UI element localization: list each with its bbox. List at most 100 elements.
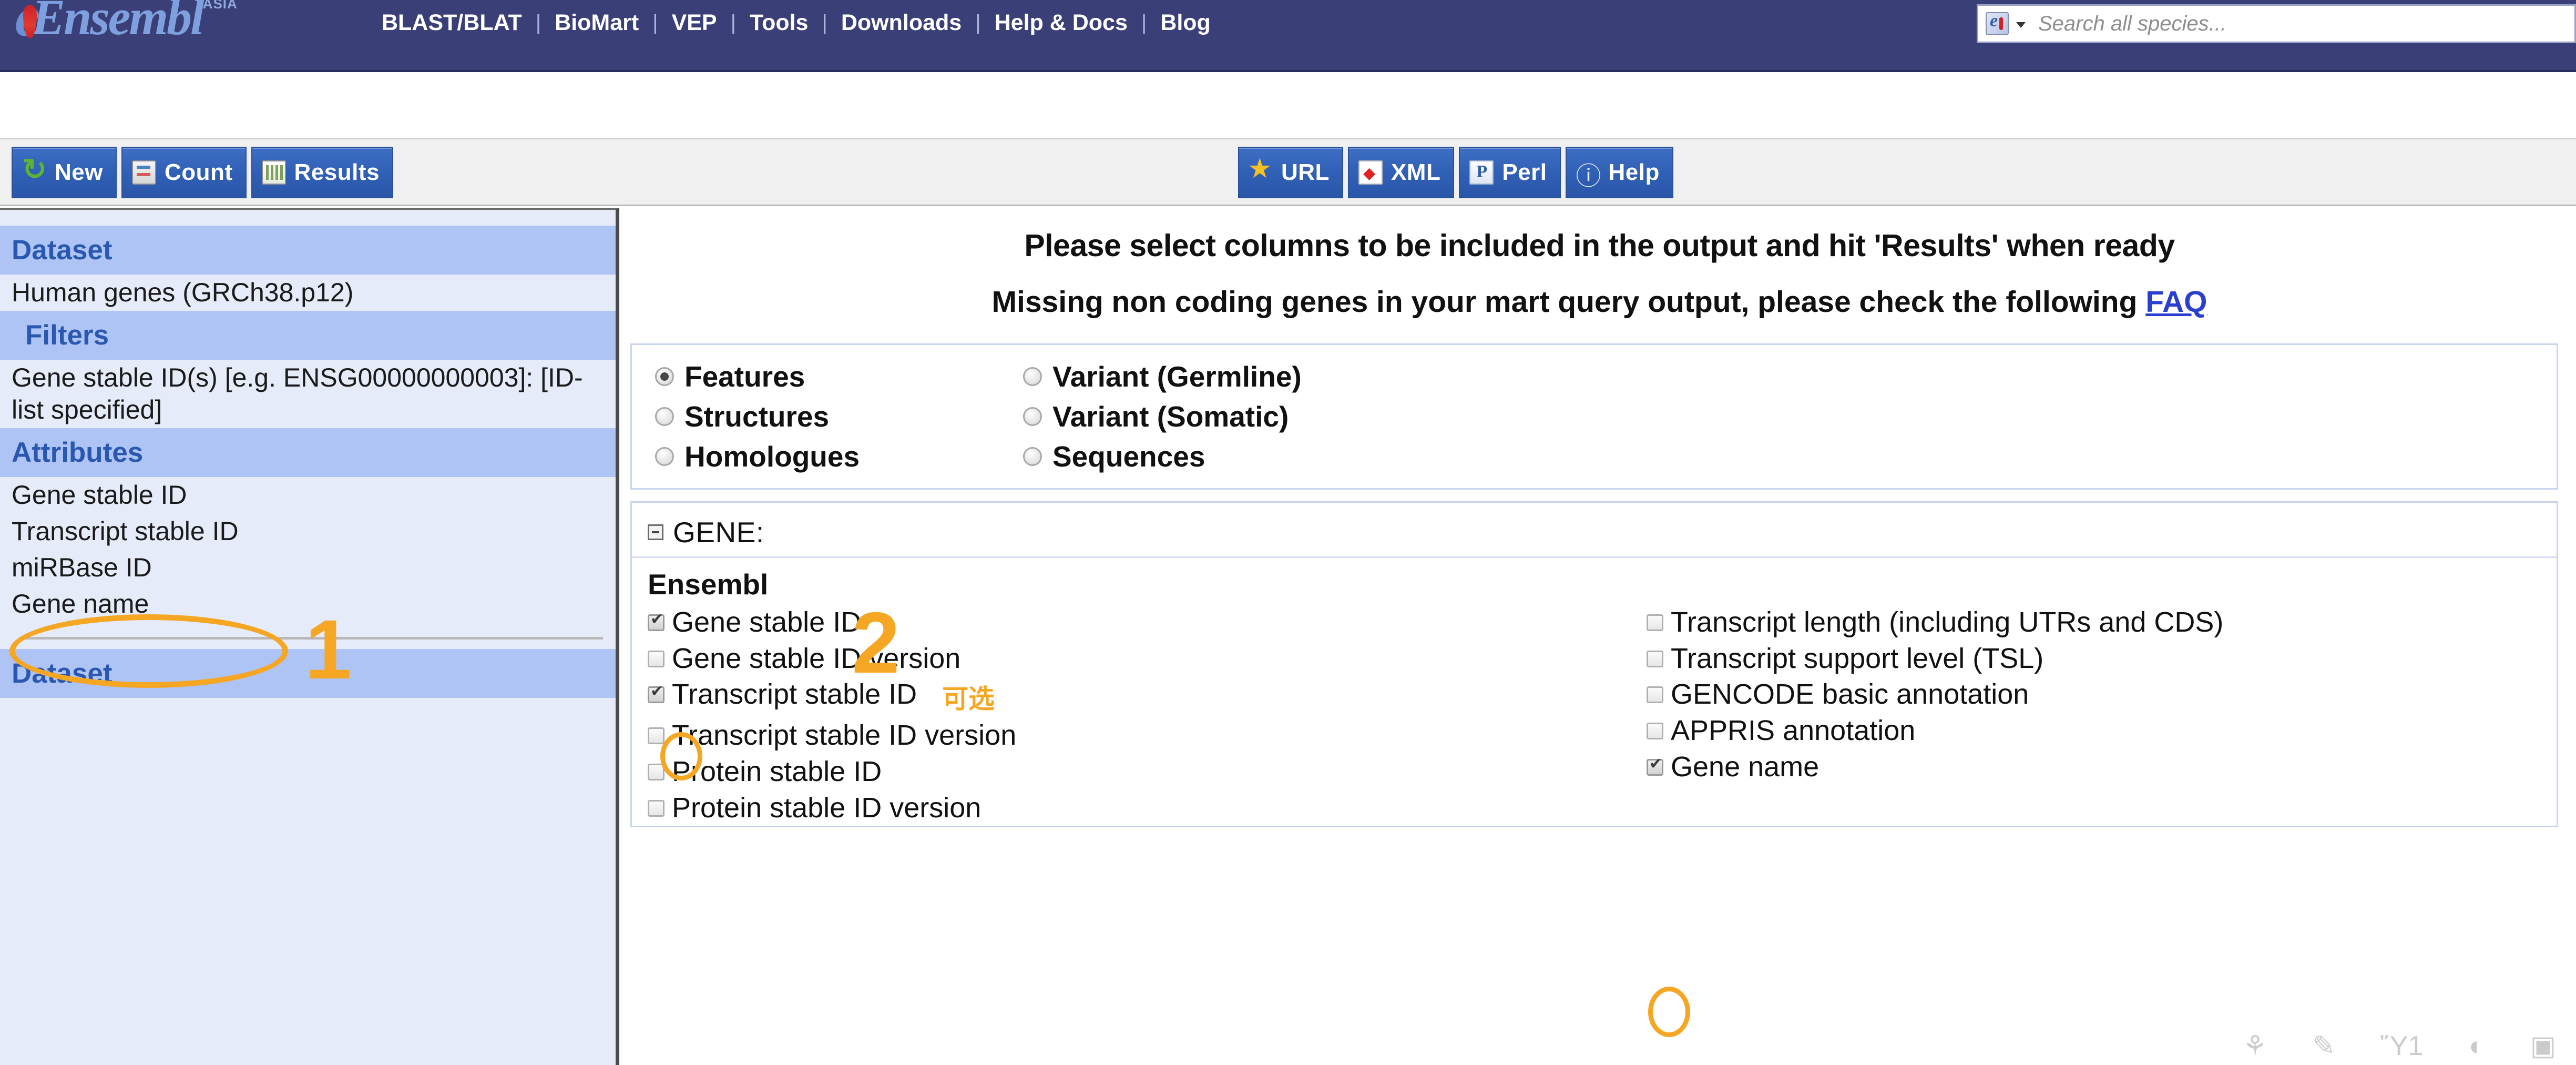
checkbox-gencode-basic-annotation[interactable]	[1647, 686, 1663, 703]
url-button[interactable]: URL	[1238, 147, 1343, 198]
nav-separator: |	[1141, 11, 1147, 35]
toolbar-right-group: URL XML Perl Help	[1238, 147, 1673, 198]
checkbox-row-gene-stable-id-version[interactable]: Gene stable ID version	[648, 641, 1647, 677]
species-search-box[interactable]: Search all species...	[1977, 4, 2576, 43]
nav-item-help-and-docs[interactable]: Help & Docs	[981, 10, 1141, 36]
radio-dot-homologues-icon[interactable]	[655, 447, 674, 466]
toolbar-left-group: New Count Results	[12, 147, 393, 198]
trash-icon[interactable]: Ὕ1	[2380, 1030, 2423, 1062]
biomart-toolbar: New Count Results URL XML Perl Help	[0, 138, 2576, 206]
faq-link[interactable]: FAQ	[2145, 285, 2207, 319]
collapse-box-icon[interactable]	[648, 524, 663, 540]
checkbox-label-transcript-stable-id: Transcript stable ID	[672, 678, 917, 711]
perl-button[interactable]: Perl	[1459, 147, 1560, 198]
checkbox-row-gene-name[interactable]: Gene name	[1647, 749, 2551, 785]
pen-icon[interactable]: ✎	[2312, 1030, 2335, 1062]
checkbox-row-protein-stable-id-version[interactable]: Protein stable ID version	[648, 790, 1647, 826]
radio-variant-germline[interactable]: Variant (Germline)	[1023, 357, 1601, 397]
bottom-icon-strip: ⚘ ✎ Ὕ1 ◐ ▣	[2243, 1030, 2556, 1062]
star-icon	[1249, 160, 1273, 185]
checkbox-gene-stable-id[interactable]	[648, 614, 665, 631]
xml-button-label: XML	[1391, 159, 1440, 186]
gene-attribute-grid: Gene stable ID Gene stable ID version Tr…	[632, 604, 2557, 826]
checkbox-appris-annotation[interactable]	[1647, 723, 1663, 739]
logo-wordmark: Ensembl	[32, 0, 203, 43]
gene-subgroup-label: Ensembl	[632, 558, 2557, 604]
count-icon	[132, 160, 156, 185]
nav-item-downloads[interactable]: Downloads	[827, 10, 975, 36]
link-icon[interactable]: ⚘	[2243, 1030, 2267, 1062]
radio-dot-structures-icon[interactable]	[655, 407, 674, 426]
nav-separator: |	[975, 11, 980, 35]
radio-column-left: Features Structures Homologues	[655, 357, 1023, 476]
nav-item-biomart[interactable]: BioMart	[541, 10, 652, 36]
sidebar-filter-value[interactable]: Gene stable ID(s) [e.g. ENSG00000000003]…	[0, 360, 616, 428]
refresh-icon	[22, 160, 46, 185]
checkbox-protein-stable-id-version[interactable]	[648, 800, 665, 817]
checkbox-row-protein-stable-id[interactable]: Protein stable ID	[648, 754, 1647, 790]
radio-variant-germline-label: Variant (Germline)	[1052, 360, 1302, 393]
results-button[interactable]: Results	[251, 147, 393, 198]
window-icon[interactable]: ▣	[2530, 1030, 2556, 1062]
sidebar-section-attributes[interactable]: Attributes	[0, 428, 616, 477]
gene-attribute-section: GENE: Ensembl Gene stable ID Gene stable…	[630, 501, 2558, 827]
chevron-down-icon[interactable]	[2016, 22, 2026, 28]
sidebar-attribute-gene-name[interactable]: Gene name	[0, 586, 616, 622]
help-button[interactable]: Help	[1566, 147, 1673, 198]
checkbox-row-transcript-support-level[interactable]: Transcript support level (TSL)	[1647, 641, 2551, 677]
xml-button[interactable]: XML	[1348, 147, 1454, 198]
sidebar-dataset-value[interactable]: Human genes (GRCh38.p12)	[0, 275, 616, 311]
checkbox-row-appris-annotation[interactable]: APPRIS annotation	[1647, 713, 2551, 749]
checkbox-gene-name[interactable]	[1647, 759, 1663, 776]
perl-file-icon	[1469, 160, 1494, 185]
checkbox-row-gencode-basic-annotation[interactable]: GENCODE basic annotation	[1647, 676, 2551, 713]
radio-structures[interactable]: Structures	[655, 397, 1023, 437]
sidebar-section-dataset-2[interactable]: Dataset	[0, 649, 616, 698]
checkbox-transcript-length[interactable]	[1647, 614, 1663, 631]
nav-item-blog[interactable]: Blog	[1147, 10, 1224, 36]
radio-dot-sequences-icon[interactable]	[1023, 447, 1042, 466]
sidebar-attribute-transcript-stable-id[interactable]: Transcript stable ID	[0, 513, 616, 550]
checkbox-row-transcript-length[interactable]: Transcript length (including UTRs and CD…	[1647, 604, 2551, 641]
sidebar-attribute-gene-stable-id[interactable]: Gene stable ID	[0, 477, 616, 513]
count-button[interactable]: Count	[121, 147, 247, 198]
checkbox-transcript-support-level[interactable]	[1647, 651, 1663, 667]
checkbox-transcript-stable-id-version[interactable]	[648, 727, 665, 744]
sidebar-section-filters[interactable]: Filters	[0, 311, 616, 360]
checkbox-label-gene-stable-id-version: Gene stable ID version	[672, 642, 960, 675]
nav-item-tools[interactable]: Tools	[736, 10, 822, 36]
top-navigation-bar: e Ensembl ASIA BLAST/BLAT | BioMart | VE…	[0, 0, 2576, 72]
page-title: Please select columns to be included in …	[623, 208, 2576, 263]
xml-file-icon	[1358, 160, 1383, 185]
radio-dot-variant-somatic-icon[interactable]	[1023, 407, 1042, 426]
nav-separator: |	[652, 11, 658, 35]
radio-features[interactable]: Features	[655, 357, 1023, 397]
checkbox-transcript-stable-id[interactable]	[648, 686, 665, 703]
checkbox-gene-stable-id-version[interactable]	[648, 651, 665, 667]
checkbox-row-gene-stable-id[interactable]: Gene stable ID	[648, 604, 1647, 641]
checkbox-label-transcript-stable-id-version: Transcript stable ID version	[672, 719, 1016, 752]
ensembl-logo[interactable]: e Ensembl ASIA	[15, 0, 238, 46]
radio-homologues[interactable]: Homologues	[655, 437, 1023, 476]
gene-section-header[interactable]: GENE:	[632, 510, 2557, 558]
sidebar-top-spacer	[0, 210, 616, 226]
help-circle-icon	[1576, 160, 1600, 185]
sidebar-attribute-mirbase-id[interactable]: miRBase ID	[0, 550, 616, 586]
checkbox-row-transcript-stable-id-version[interactable]: Transcript stable ID version	[648, 717, 1647, 754]
new-button[interactable]: New	[12, 147, 117, 198]
sidebar-section-dataset[interactable]: Dataset	[0, 226, 616, 275]
checkbox-row-transcript-stable-id[interactable]: Transcript stable ID 可选	[648, 676, 1647, 717]
radio-sequences[interactable]: Sequences	[1023, 437, 1601, 476]
radio-homologues-label: Homologues	[684, 440, 860, 473]
radio-dot-features-icon[interactable]	[655, 367, 674, 386]
checkbox-label-gene-stable-id: Gene stable ID	[672, 606, 861, 639]
search-input-placeholder: Search all species...	[2038, 12, 2226, 36]
radio-dot-variant-germline-icon[interactable]	[1023, 367, 1042, 386]
ensembl-favicon-icon	[1986, 12, 2009, 35]
volume-icon[interactable]: ◐	[2468, 1030, 2485, 1062]
attributes-main-panel: Please select columns to be included in …	[623, 208, 2576, 1065]
nav-item-blast-blat[interactable]: BLAST/BLAT	[368, 10, 536, 36]
nav-item-vep[interactable]: VEP	[658, 10, 731, 36]
radio-variant-somatic[interactable]: Variant (Somatic)	[1023, 397, 1601, 437]
checkbox-protein-stable-id[interactable]	[648, 764, 665, 780]
